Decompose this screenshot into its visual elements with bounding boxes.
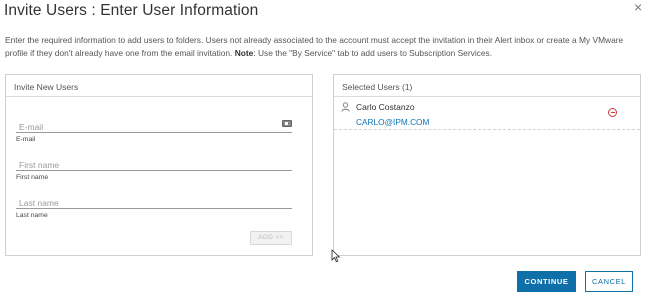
email-field-group: E-mail bbox=[16, 117, 292, 143]
invite-panel-title: Invite New Users bbox=[6, 75, 312, 97]
selected-user-email: CARLO@IPM.COM bbox=[356, 117, 430, 127]
email-field[interactable] bbox=[16, 120, 292, 132]
email-label: E-mail bbox=[16, 136, 36, 143]
selected-user-name: Carlo Costanzo bbox=[356, 102, 415, 112]
intro-text: Enter the required information to add us… bbox=[5, 34, 645, 60]
last-name-field[interactable] bbox=[16, 196, 292, 208]
first-name-input-wrapper bbox=[16, 155, 292, 171]
contact-card-icon[interactable] bbox=[282, 120, 292, 127]
mouse-cursor-icon bbox=[331, 249, 341, 263]
first-name-field-group: First name bbox=[16, 155, 292, 181]
last-name-input-wrapper bbox=[16, 193, 292, 209]
last-name-label: Last name bbox=[16, 212, 48, 219]
note-text: : Use the "By Service" tab to add users … bbox=[253, 48, 493, 58]
close-icon[interactable]: × bbox=[634, 0, 642, 14]
dialog-title: Invite Users : Enter User Information bbox=[4, 2, 259, 19]
add-button[interactable]: ADD >> bbox=[250, 231, 292, 245]
cancel-button[interactable]: CANCEL bbox=[585, 271, 633, 292]
remove-circle-icon[interactable] bbox=[608, 108, 617, 117]
selected-user-row: Carlo Costanzo CARLO@IPM.COM bbox=[334, 97, 640, 130]
first-name-field[interactable] bbox=[16, 158, 292, 170]
invite-new-users-panel: Invite New Users E-mail First name Last … bbox=[5, 74, 313, 256]
email-input-wrapper bbox=[16, 117, 292, 133]
selected-users-panel: Selected Users (1) Carlo Costanzo CARLO@… bbox=[333, 74, 641, 256]
selected-panel-title: Selected Users (1) bbox=[334, 75, 640, 97]
last-name-field-group: Last name bbox=[16, 193, 292, 219]
first-name-label: First name bbox=[16, 174, 49, 181]
continue-button[interactable]: CONTINUE bbox=[517, 271, 576, 292]
user-icon bbox=[341, 102, 350, 112]
note-label: Note bbox=[234, 48, 254, 58]
